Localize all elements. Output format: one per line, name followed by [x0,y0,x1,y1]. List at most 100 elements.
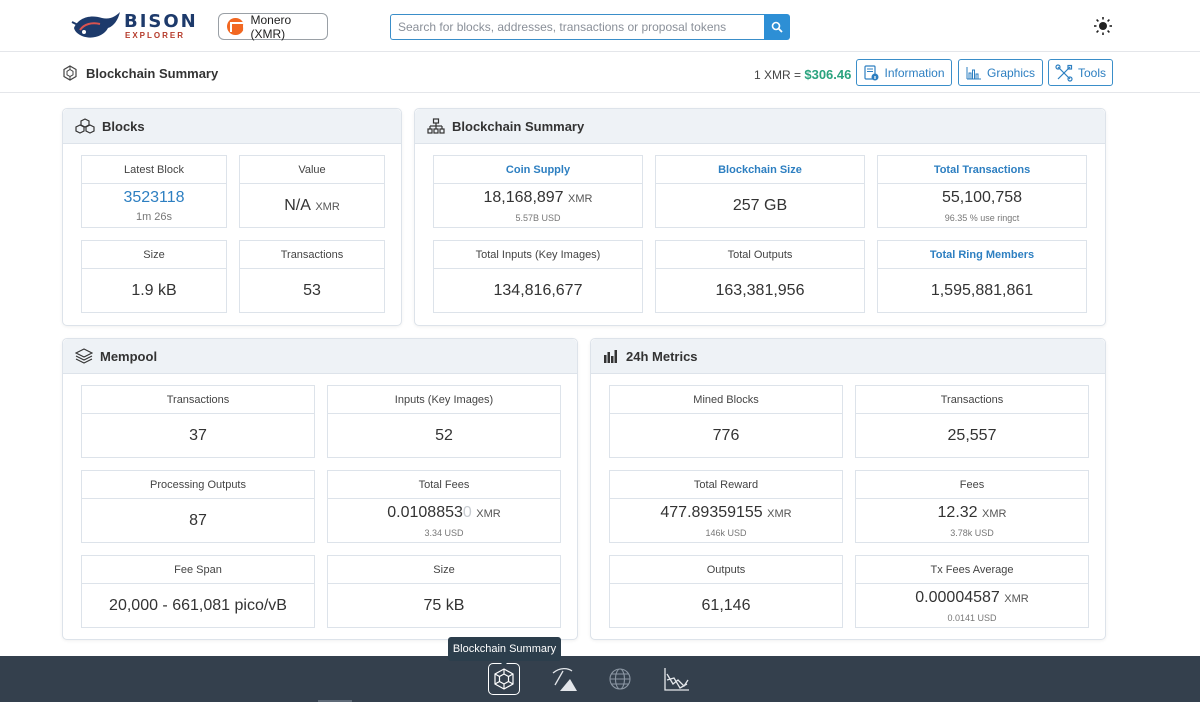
cubes-icon [75,118,95,134]
network-icon [427,118,445,134]
layers-icon [75,348,93,364]
coin-supply-tile: Coin Supply 18,168,897 XMR 5.57B USD [433,155,643,228]
blockchain-summary-card-title: Blockchain Summary [452,118,585,134]
blockchain-icon [63,65,77,81]
globe-network-icon [609,668,631,690]
block-value-unit: XMR [315,200,340,213]
processing-outputs-value: 87 [189,511,207,529]
bison-logo[interactable]: BISON EXPLORER [70,8,196,44]
total-inputs-tile: Total Inputs (Key Images) 134,816,677 [433,240,643,313]
bottom-nav-network[interactable] [604,663,636,695]
processing-outputs-label: Processing Outputs [82,471,314,499]
total-fees-unit: XMR [476,507,501,520]
blockchain-size-value: 257 GB [732,196,788,214]
mempool-card: Mempool Transactions 37 Inputs (Key Imag… [62,338,578,640]
total-transactions-value: 55,100,758 [941,188,1023,206]
total-ring-members-value: 1,595,881,861 [930,281,1034,299]
line-chart-icon [664,668,689,691]
metrics-outputs-tile: Outputs 61,146 [609,555,843,628]
metrics-fees-usd: 3.78k USD [950,527,994,538]
total-fees-value: 0.0108853 [387,503,463,521]
search-icon [771,21,783,33]
bar-chart-icon [966,66,981,79]
information-button-label: Information [884,65,945,80]
coin-supply-label[interactable]: Coin Supply [434,156,642,184]
mined-blocks-label: Mined Blocks [610,386,842,414]
block-value-tile: Value N/A XMR [239,155,385,228]
fee-span-value: 20,000 - 661,081 pico/vB [109,596,287,614]
total-reward-value: 477.89359155 [660,503,763,521]
metrics-fees-label: Fees [856,471,1088,499]
total-reward-tile: Total Reward 477.89359155 XMR 146k USD [609,470,843,543]
metrics-24h-card: 24h Metrics Mined Blocks 776 Transaction… [590,338,1106,640]
price-label: 1 XMR = [754,68,805,82]
total-reward-label: Total Reward [610,471,842,499]
metrics-fees-value: 12.32 [937,503,978,521]
brand-subtitle: EXPLORER [125,31,186,40]
total-fees-trailing-digit: 0 [462,503,472,521]
mempool-inputs-tile: Inputs (Key Images) 52 [327,385,561,458]
tx-fees-average-usd: 0.0141 USD [947,612,997,623]
bottom-nav-charts[interactable] [660,663,692,695]
bottom-nav-mining[interactable] [548,663,580,695]
blocks-card: Blocks Latest Block 3523118 1m 26s Value… [62,108,402,326]
coin-supply-value: 18,168,897 [483,188,564,206]
metrics-outputs-value: 61,146 [701,596,751,614]
block-size-value: 1.9 kB [131,281,177,299]
tools-button-label: Tools [1077,65,1106,80]
metrics-24h-card-title: 24h Metrics [626,348,698,364]
mempool-size-label: Size [328,556,560,584]
search-input[interactable] [390,14,764,40]
block-transactions-value: 53 [303,281,321,299]
information-button[interactable]: Information [856,59,952,86]
latest-block-tile: Latest Block 3523118 1m 26s [81,155,227,228]
latest-block-age: 1m 26s [135,210,173,223]
mempool-size-tile: Size 75 kB [327,555,561,628]
metrics-transactions-value: 25,557 [947,426,997,444]
block-value: N/A [284,196,311,214]
block-transactions-tile: Transactions 53 [239,240,385,313]
coin-selector[interactable]: Monero (XMR) [218,12,328,41]
mined-blocks-tile: Mined Blocks 776 [609,385,843,458]
metrics-24h-card-header: 24h Metrics [591,339,1105,374]
graphics-button[interactable]: Graphics [958,59,1043,86]
blocks-card-title: Blocks [102,118,145,134]
top-navbar: BISON EXPLORER Monero (XMR) [0,0,1200,52]
blockchain-summary-card: Blockchain Summary Coin Supply 18,168,89… [414,108,1106,326]
bottom-nav-bar [0,656,1200,702]
total-inputs-label: Total Inputs (Key Images) [434,241,642,269]
blockchain-size-label[interactable]: Blockchain Size [656,156,864,184]
sun-icon [1094,17,1112,35]
mempool-card-header: Mempool [63,339,577,374]
total-reward-usd: 146k USD [705,527,747,538]
metrics-fees-unit: XMR [982,507,1007,520]
mempool-inputs-label: Inputs (Key Images) [328,386,560,414]
total-transactions-label[interactable]: Total Transactions [878,156,1086,184]
metrics-transactions-tile: Transactions 25,557 [855,385,1089,458]
total-outputs-tile: Total Outputs 163,381,956 [655,240,865,313]
monero-icon [227,18,244,35]
blockchain-summary-card-header: Blockchain Summary [415,109,1105,144]
block-size-label: Size [82,241,226,269]
total-ring-members-label[interactable]: Total Ring Members [878,241,1086,269]
metrics-chart-icon [604,350,617,363]
latest-block-link[interactable]: 3523118 [123,189,184,207]
mempool-transactions-tile: Transactions 37 [81,385,315,458]
page-title-text: Blockchain Summary [86,65,219,81]
total-fees-tile: Total Fees 0.01088530 XMR 3.34 USD [327,470,561,543]
tx-fees-average-label: Tx Fees Average [856,556,1088,584]
total-inputs-value: 134,816,677 [493,281,583,299]
processing-outputs-tile: Processing Outputs 87 [81,470,315,543]
total-fees-usd: 3.34 USD [424,527,464,538]
search-bar [390,14,790,40]
blockchain-summary-icon [494,668,514,690]
tools-button[interactable]: Tools [1048,59,1113,86]
tools-icon [1055,63,1073,82]
price-value: $306.46 [804,67,852,82]
search-button[interactable] [764,14,790,40]
page-header: Blockchain Summary 1 XMR = $306.46 Infor… [0,53,1200,93]
coin-selector-label: Monero (XMR) [250,12,292,41]
bottom-nav-blockchain-summary[interactable] [488,663,520,695]
theme-toggle-button[interactable] [1093,16,1113,36]
fee-span-tile: Fee Span 20,000 - 661,081 pico/vB [81,555,315,628]
